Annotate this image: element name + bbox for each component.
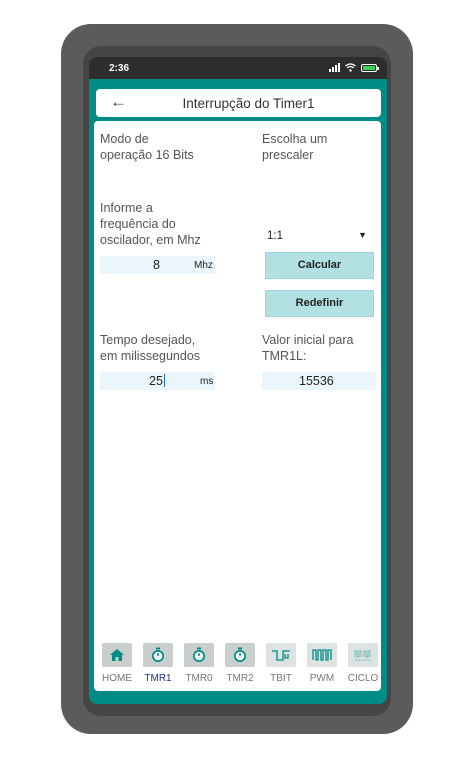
signal-icon [329, 63, 340, 72]
reset-button[interactable]: Redefinir [265, 290, 374, 317]
frequency-label: Informe a frequência do oscilador, em Mh… [100, 201, 201, 247]
initial-value: 15536 [299, 374, 334, 388]
prescaler-select[interactable]: 1:1 ▼ [267, 227, 367, 245]
time-input[interactable]: 25 ms [100, 372, 215, 390]
nav-label-tbit: TBIT [270, 673, 292, 684]
frequency-unit: Mhz [194, 260, 213, 271]
stopwatch-icon [225, 643, 255, 667]
time-unit: ms [200, 376, 214, 387]
prescaler-selected-value: 1:1 [267, 230, 283, 242]
pulse-icon [266, 643, 296, 667]
time-label: Tempo desejado, em milissegundos [100, 333, 201, 363]
frequency-value: 8 [153, 258, 160, 272]
nav-label-tmr0: TMR0 [185, 673, 213, 684]
mode-label: Modo de operação 16 Bits [100, 132, 194, 162]
status-icons [329, 63, 379, 72]
main-content: Modo de operação 16 Bits Escolha um pres… [94, 121, 381, 691]
battery-icon [361, 63, 379, 72]
app-bar: ← Interrupção do Timer1 [96, 89, 381, 117]
nav-label-pwm: PWM [309, 673, 335, 684]
nav-item-tmr1[interactable]: TMR1 [140, 643, 176, 684]
nav-item-tmr2[interactable]: TMR2 [222, 643, 258, 684]
page-title: Interrupção do Timer1 [182, 96, 315, 111]
home-icon [102, 643, 132, 667]
initial-value-field: 15536 [262, 372, 376, 390]
nav-item-home[interactable]: HOME [99, 643, 135, 684]
dropdown-arrow-icon: ▼ [358, 230, 367, 240]
bottom-nav: HOME TMR1 TMR0 TMR2 TBIT PWM CICLO [94, 643, 381, 689]
cycle-wave-icon [348, 643, 378, 667]
nav-item-ciclo[interactable]: CICLO [345, 643, 381, 684]
nav-label-tmr2: TMR2 [226, 673, 254, 684]
nav-label-tmr1: TMR1 [144, 673, 172, 684]
phone-screen: 2:36 ← Interrupção do Timer1 Modo de ope… [89, 57, 387, 704]
pwm-wave-icon [307, 643, 337, 667]
nav-label-ciclo: CICLO [347, 673, 379, 684]
wifi-icon [345, 63, 356, 72]
nav-label-home: HOME [102, 673, 132, 684]
stopwatch-icon [143, 643, 173, 667]
text-cursor [163, 374, 165, 387]
status-bar: 2:36 [89, 57, 387, 79]
stopwatch-icon [184, 643, 214, 667]
time-value: 25 [149, 374, 165, 388]
initial-value-label: Valor inicial para TMR1L: [262, 333, 354, 363]
nav-item-pwm[interactable]: PWM [304, 643, 340, 684]
frequency-input[interactable]: 8 Mhz [100, 256, 215, 274]
nav-item-tbit[interactable]: TBIT [263, 643, 299, 684]
prescaler-label: Escolha um prescaler [262, 132, 328, 162]
calculate-button[interactable]: Calcular [265, 252, 374, 279]
status-time: 2:36 [109, 63, 130, 74]
nav-item-tmr0[interactable]: TMR0 [181, 643, 217, 684]
